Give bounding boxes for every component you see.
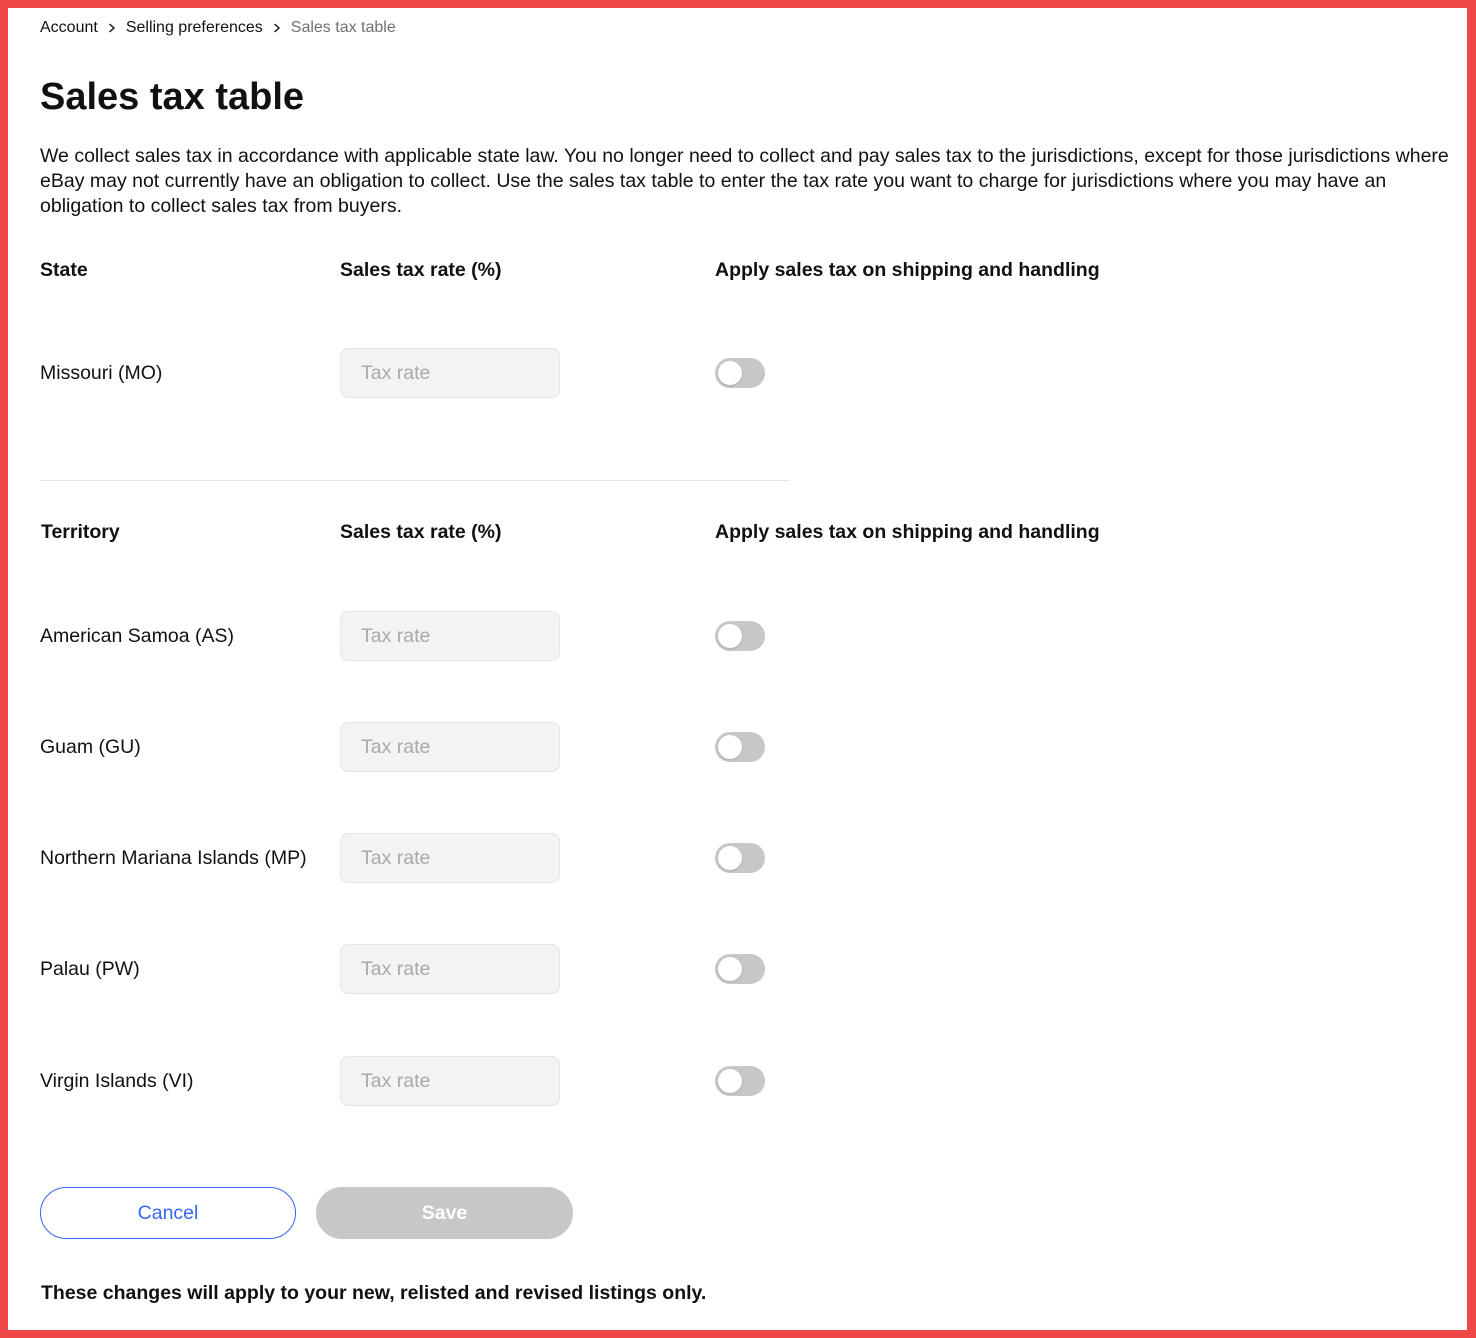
shipping-tax-toggle[interactable] <box>715 954 765 984</box>
page-title: Sales tax table <box>40 76 305 118</box>
shipping-tax-toggle[interactable] <box>715 358 765 388</box>
tax-rate-input[interactable] <box>340 348 560 398</box>
toggle-knob <box>718 735 742 759</box>
territory-row-label: Northern Mariana Islands (MP) <box>40 847 307 869</box>
save-button[interactable]: Save <box>316 1187 573 1239</box>
intro-text: We collect sales tax in accordance with … <box>40 145 1449 217</box>
tax-rate-input[interactable] <box>340 944 560 994</box>
territory-row: Palau (PW) <box>40 944 1040 994</box>
toggle-knob <box>718 361 742 385</box>
territory-row: Northern Mariana Islands (MP) <box>40 833 1040 883</box>
chevron-right-icon <box>98 23 126 33</box>
apply-column-header: Apply sales tax on shipping and handling <box>715 259 1100 281</box>
territory-row-label: Virgin Islands (VI) <box>40 1070 194 1092</box>
breadcrumb-current: Sales tax table <box>290 19 396 36</box>
territory-row-label: American Samoa (AS) <box>40 625 234 647</box>
state-row-label: Missouri (MO) <box>40 362 163 384</box>
tax-rate-input[interactable] <box>340 611 560 661</box>
toggle-knob <box>718 846 742 870</box>
tax-rate-input[interactable] <box>340 833 560 883</box>
territory-column-header: Territory <box>41 521 120 543</box>
territory-row: Guam (GU) <box>40 722 1040 772</box>
shipping-tax-toggle[interactable] <box>715 1066 765 1096</box>
cancel-button[interactable]: Cancel <box>40 1187 296 1239</box>
territory-row: Virgin Islands (VI) <box>40 1056 1040 1106</box>
apply-column-header: Apply sales tax on shipping and handling <box>715 521 1100 543</box>
section-divider <box>40 480 789 481</box>
state-row: Missouri (MO) <box>40 348 1040 398</box>
changes-footnote: These changes will apply to your new, re… <box>41 1282 707 1304</box>
territory-row: American Samoa (AS) <box>40 611 1040 661</box>
shipping-tax-toggle[interactable] <box>715 621 765 651</box>
territory-row-label: Guam (GU) <box>40 736 141 758</box>
territory-row-label: Palau (PW) <box>40 958 140 980</box>
toggle-knob <box>718 1069 742 1093</box>
rate-column-header: Sales tax rate (%) <box>340 521 502 543</box>
state-column-header: State <box>40 259 88 281</box>
breadcrumb-account-link[interactable]: Account <box>40 19 98 37</box>
toggle-knob <box>718 624 742 648</box>
tax-rate-input[interactable] <box>340 722 560 772</box>
breadcrumb-selling-preferences-link[interactable]: Selling preferences <box>126 19 263 37</box>
tax-rate-input[interactable] <box>340 1056 560 1106</box>
chevron-right-icon <box>263 23 291 33</box>
shipping-tax-toggle[interactable] <box>715 843 765 873</box>
toggle-knob <box>718 957 742 981</box>
shipping-tax-toggle[interactable] <box>715 732 765 762</box>
breadcrumb: Account Selling preferences Sales tax ta… <box>40 18 396 38</box>
rate-column-header: Sales tax rate (%) <box>340 259 502 281</box>
